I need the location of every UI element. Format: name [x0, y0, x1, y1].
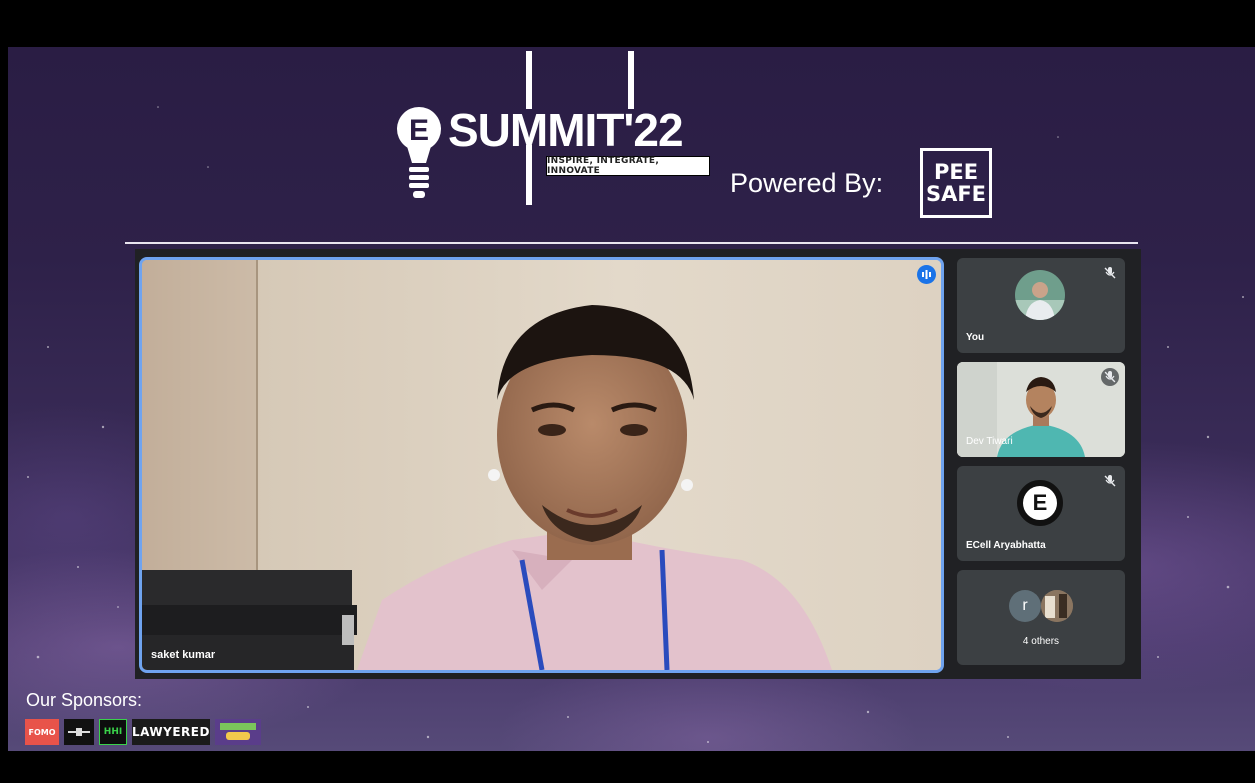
speaker-video	[142, 260, 941, 670]
mic-off-icon	[1104, 267, 1116, 279]
logo-wordmark: SUMMIT'22	[448, 104, 684, 156]
sponsor-logo-fomo: FOMO	[25, 719, 59, 745]
participant-tile-dev-tiwari[interactable]: Dev Tiwari	[957, 362, 1125, 457]
sponsors-title: Our Sponsors:	[26, 690, 143, 710]
participant-tile-others[interactable]: r 4 others	[957, 570, 1125, 665]
sponsor-logo-purple	[215, 719, 261, 745]
header-divider	[125, 242, 1138, 244]
avatar: E	[1015, 478, 1065, 528]
esummit-logo: E SUMMIT'22 INSPIRE, INTEGRATE, INNOVATE	[388, 51, 748, 211]
sponsor-logo-hhi: HHI	[99, 719, 127, 745]
stream-stage: E SUMMIT'22 INSPIRE, INTEGRATE, INNOVATE…	[8, 47, 1255, 751]
letterbox-bottom	[0, 751, 1255, 783]
main-speaker-name: saket kumar	[151, 649, 216, 661]
avatar	[1041, 590, 1073, 622]
logo-year-text: '22	[623, 104, 683, 156]
brand-line-1: PEE	[933, 160, 979, 184]
mic-off-icon	[1101, 368, 1119, 386]
sponsor-logo-dark	[64, 719, 94, 745]
logo-tagline: INSPIRE, INTEGRATE, INNOVATE	[546, 156, 710, 176]
lightbulb-icon: E	[397, 107, 441, 198]
video-call-panel: saket kumar You Dev Tiwari E ECell Aryab…	[135, 249, 1141, 679]
logo-accent-bar	[526, 145, 532, 205]
participant-name: ECell Aryabhatta	[966, 540, 1046, 551]
mic-off-icon	[1104, 475, 1116, 487]
participant-name: Dev Tiwari	[966, 436, 1013, 447]
participant-name: You	[966, 332, 985, 343]
main-speaker-tile[interactable]: saket kumar	[139, 257, 944, 673]
speaking-indicator-icon	[917, 265, 936, 284]
others-count-label: 4 others	[1022, 636, 1060, 647]
sponsor-logo-lawyered: LAWYERED	[132, 719, 210, 745]
powered-by-label: Powered By:	[730, 168, 884, 198]
avatar: r	[1009, 590, 1041, 622]
logo-e-letter: E	[409, 114, 429, 147]
logo-accent-bar	[628, 51, 634, 109]
peesafe-logo: PEE SAFE	[920, 148, 992, 218]
participant-tile-you[interactable]: You	[957, 258, 1125, 353]
sponsor-logos: FOMO HHI LAWYERED	[25, 718, 261, 746]
brand-line-2: SAFE	[925, 182, 987, 206]
logo-accent-bar	[526, 51, 532, 109]
logo-summit-text: SUMMIT	[448, 104, 624, 156]
participant-tile-ecell-aryabhatta[interactable]: E ECell Aryabhatta	[957, 466, 1125, 561]
letterbox-top	[0, 0, 1255, 47]
avatar	[1015, 270, 1065, 320]
avatar-initial: E	[1032, 490, 1048, 515]
